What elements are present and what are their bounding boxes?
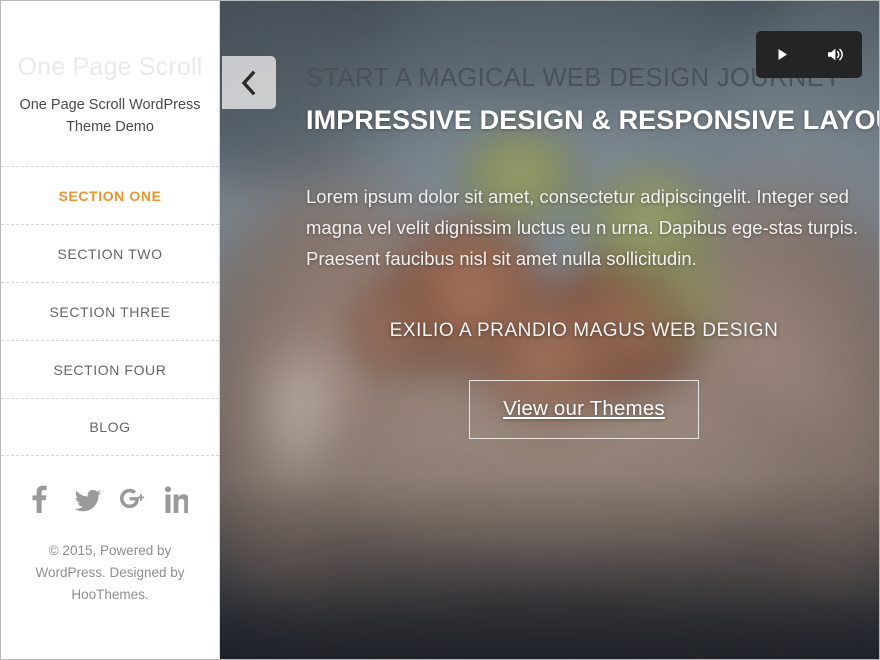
hero-paragraph: Lorem ipsum dolor sit amet, consectetur … <box>306 185 859 269</box>
nav-item-section-two[interactable]: SECTION TWO <box>1 224 219 282</box>
sidebar: One Page Scroll One Page Scroll WordPres… <box>1 1 220 659</box>
main-navigation: SECTION ONE SECTION TWO SECTION THREE SE… <box>1 166 219 457</box>
nav-item-section-one[interactable]: SECTION ONE <box>1 166 219 224</box>
hero-section: START A MAGICAL WEB DESIGN JOURNEY IMPRE… <box>220 1 879 659</box>
view-themes-button[interactable]: View our Themes <box>469 380 699 440</box>
site-subtitle: One Page Scroll WordPress Theme Demo <box>19 96 201 135</box>
hero-cta-wrapper: View our Themes <box>306 380 862 440</box>
nav-item-blog[interactable]: BLOG <box>1 398 219 457</box>
chevron-left-icon <box>239 70 259 96</box>
play-icon <box>774 46 791 63</box>
sidebar-collapse-button[interactable] <box>222 56 276 109</box>
linkedin-icon[interactable] <box>164 484 192 514</box>
speaker-icon <box>826 46 845 63</box>
footer-credit: © 2015, Powered by WordPress. Designed b… <box>35 543 185 602</box>
social-links <box>29 484 192 514</box>
twitter-icon[interactable] <box>74 484 102 514</box>
hero-content: START A MAGICAL WEB DESIGN JOURNEY IMPRE… <box>306 63 879 440</box>
site-title: One Page Scroll <box>17 53 203 81</box>
hero-tagline: EXILIO A PRANDIO MAGUS WEB DESIGN <box>389 320 779 342</box>
nav-item-section-four[interactable]: SECTION FOUR <box>1 340 219 398</box>
nav-item-section-three[interactable]: SECTION THREE <box>1 282 219 340</box>
mute-button[interactable] <box>820 42 851 67</box>
play-button[interactable] <box>768 42 797 67</box>
google-plus-icon[interactable] <box>119 484 147 514</box>
app-window: START A MAGICAL WEB DESIGN JOURNEY IMPRE… <box>0 0 880 660</box>
facebook-icon[interactable] <box>29 484 57 514</box>
hero-title: IMPRESSIVE DESIGN & RESPONSIVE LAYOUT <box>306 104 879 135</box>
media-controls-panel <box>756 31 862 78</box>
brand-block: One Page Scroll One Page Scroll WordPres… <box>1 1 219 138</box>
